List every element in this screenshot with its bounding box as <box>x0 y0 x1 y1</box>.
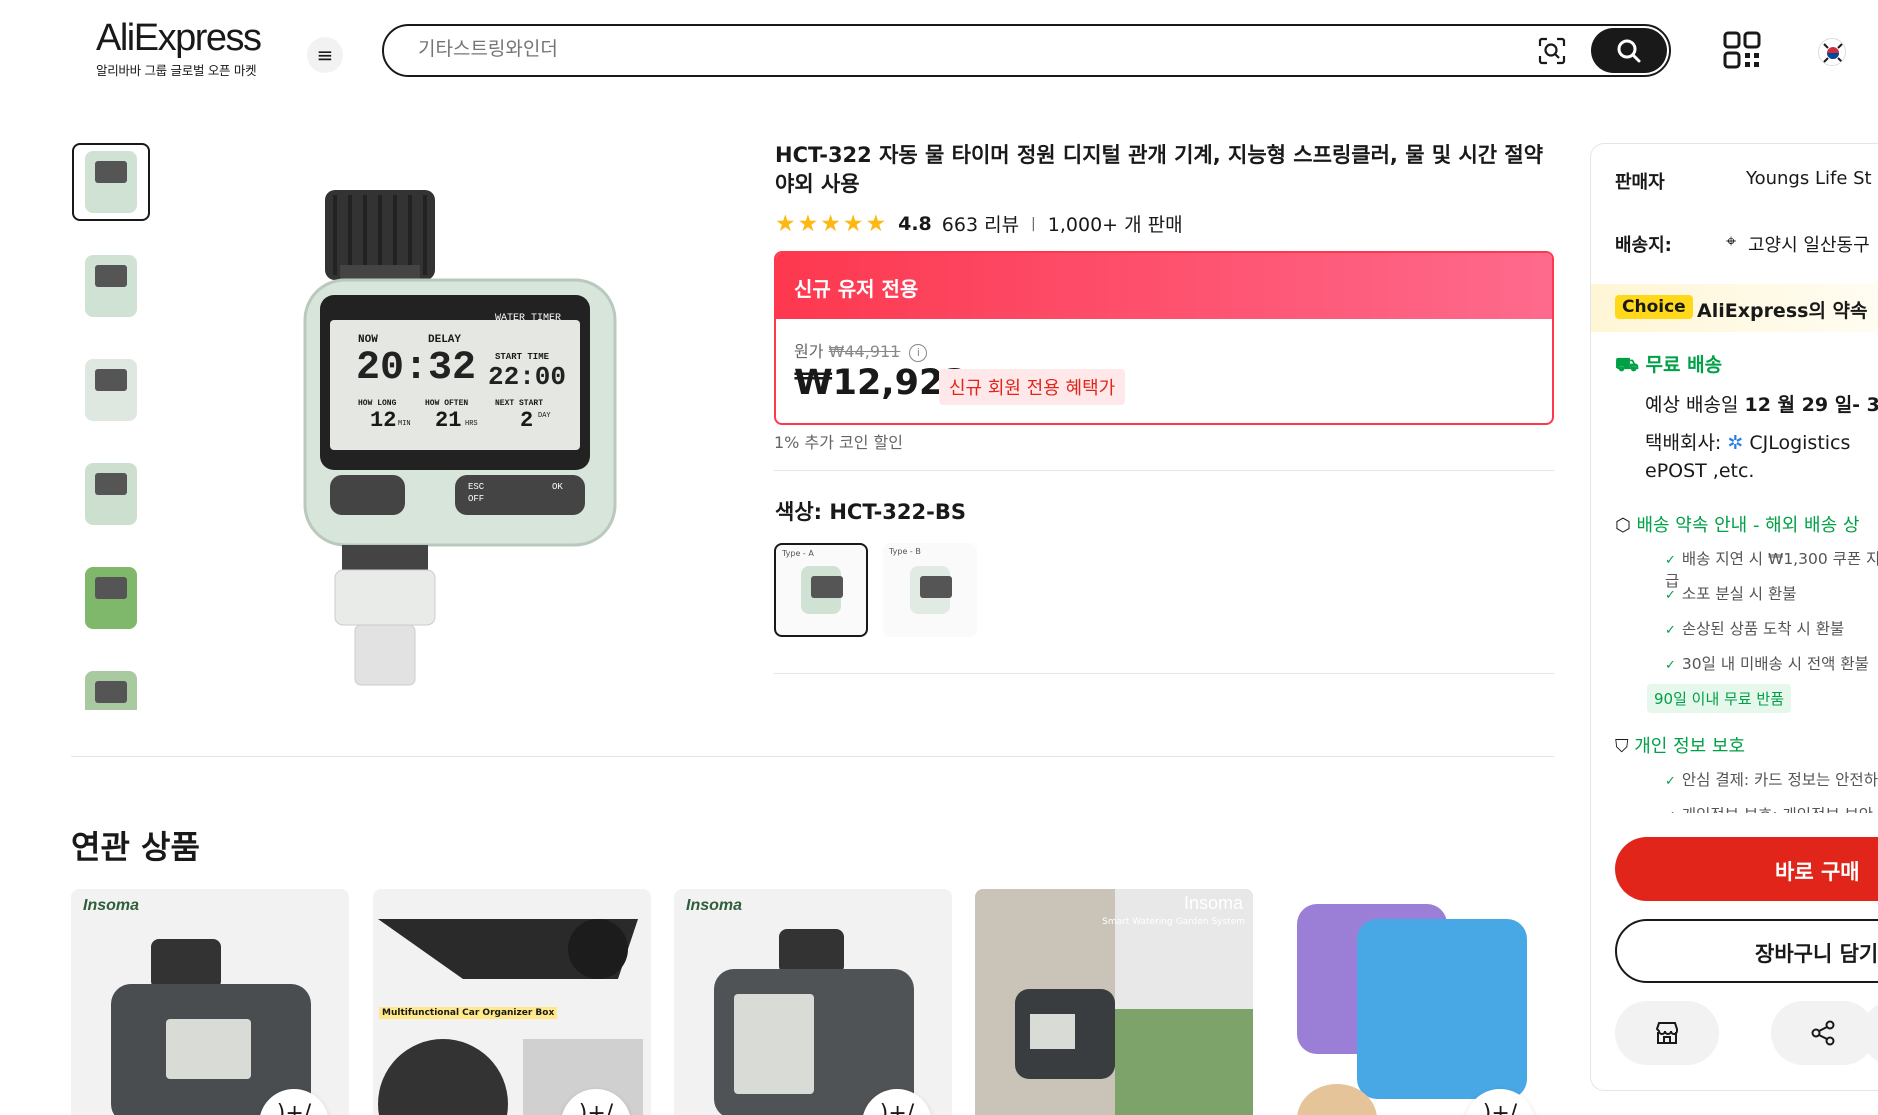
divider <box>71 756 1554 757</box>
related-product-card[interactable]: )+/ <box>1277 889 1555 1115</box>
shield-icon: ⛉ <box>1615 736 1635 757</box>
store-icon[interactable] <box>1615 1001 1719 1065</box>
ship-to-label: 배송지: <box>1615 235 1672 256</box>
main-product-image[interactable] <box>280 180 640 700</box>
divider <box>774 470 1554 471</box>
carrier-more: ePOST ,etc. <box>1645 460 1755 482</box>
separator: | <box>1031 215 1036 232</box>
related-products-title: 연관 상품 <box>71 828 200 866</box>
search-input[interactable] <box>418 38 1418 60</box>
delivery-date-row: 예상 배송일 12 월 29 일- 3 <box>1645 394 1878 416</box>
search-bar <box>382 24 1671 77</box>
purchase-panel: 판매자 Youngs Life St 배송지: ⌖ 고양시 일산동구 Choic… <box>1590 143 1878 1091</box>
thumbnail-4[interactable] <box>72 455 150 533</box>
add-to-cart-button[interactable]: 장바구니 담기 <box>1615 919 1878 983</box>
thumbnail-2[interactable] <box>72 247 150 325</box>
thumbnail-5[interactable] <box>72 559 150 637</box>
ship-to-row: 배송지: ⌖ 고양시 일산동구 <box>1615 231 1870 257</box>
color-swatch-b[interactable]: Type - B <box>883 543 977 637</box>
thumbnail-3[interactable] <box>72 351 150 429</box>
image-search-icon[interactable] <box>1538 37 1566 65</box>
delivery-promise-title[interactable]: ⬡ 배송 약속 안내 - 해외 배송 상 <box>1615 511 1859 537</box>
logo-tagline: 알리바바 그룹 글로벌 오픈 마켓 <box>96 63 257 78</box>
related-product-card[interactable]: Multifunctional Car Organizer Box )+/ <box>373 889 651 1115</box>
privacy-item: 개인정보 보호: 개인정보 보안 <box>1665 803 1873 813</box>
coin-discount-note: 1% 추가 코인 할인 <box>774 433 903 452</box>
location-pin-icon: ⌖ <box>1726 231 1737 252</box>
product-thumbnail <box>378 919 643 1115</box>
sold-count: 1,000+ 개 판매 <box>1047 214 1183 236</box>
thumbnail-1[interactable] <box>72 143 150 221</box>
site-header: AliExpress 알리바바 그룹 글로벌 오픈 마켓 ≡ <box>0 0 1878 100</box>
related-product-card[interactable]: Insoma )+/ <box>71 889 349 1115</box>
divider <box>774 673 1554 674</box>
free-return-badge: 90일 이내 무료 반품 <box>1647 684 1791 713</box>
qr-code-icon[interactable] <box>1722 30 1762 70</box>
product-caption: Multifunctional Car Organizer Box <box>379 1007 558 1019</box>
promise-item: 소포 분실 시 환불 <box>1665 582 1797 604</box>
rating-value: 4.8 <box>898 212 932 235</box>
original-price-label: 원가 <box>794 342 824 361</box>
info-icon[interactable]: i <box>909 343 928 362</box>
buy-now-button[interactable]: 바로 구매 <box>1615 837 1878 901</box>
color-label: 색상: HCT-322-BS <box>775 500 966 524</box>
thumbnail-6[interactable] <box>72 663 150 710</box>
choice-badge: Choice <box>1615 295 1693 319</box>
swatch-b-label: Type - B <box>889 547 921 556</box>
original-price: ₩44,911 <box>828 342 901 361</box>
search-icon <box>1617 39 1641 62</box>
privacy-title[interactable]: ⛉ 개인 정보 보호 <box>1615 732 1745 758</box>
carrier-logo-icon: ✲ <box>1727 432 1744 454</box>
choice-text: AliExpress의 약속 <box>1697 300 1868 322</box>
thumbnail-list <box>72 143 152 710</box>
menu-icon[interactable]: ≡ <box>307 37 343 73</box>
search-button[interactable] <box>1591 28 1667 73</box>
promo-header: 신규 유저 전용 <box>776 253 1552 319</box>
price-tag-badge: 신규 회원 전용 혜택가 <box>939 369 1126 405</box>
review-count[interactable]: 663 리뷰 <box>942 210 1019 237</box>
brand-label: Insoma <box>1183 893 1243 913</box>
related-product-card[interactable]: Insoma )+/ <box>674 889 952 1115</box>
color-swatch-a[interactable]: Type - A <box>774 543 868 637</box>
product-caption: Smart Watering Garden System <box>1102 917 1245 927</box>
product-thumbnail <box>1277 889 1555 1115</box>
star-rating-icon: ★★★★★ <box>775 210 889 237</box>
logo-text: AliExpress <box>96 17 262 59</box>
original-price-row: 원가 ₩44,911 i <box>794 338 928 362</box>
rating-row: ★★★★★ 4.8 663 리뷰 | 1,000+ 개 판매 <box>775 210 1183 237</box>
aliexpress-logo[interactable]: AliExpress 알리바바 그룹 글로벌 오픈 마켓 <box>96 18 286 79</box>
korea-flag-icon[interactable] <box>1818 38 1846 66</box>
new-user-promo-box: 신규 유저 전용 원가 ₩44,911 i ₩12,923 신규 회원 전용 혜… <box>774 251 1554 425</box>
product-thumbnail <box>714 929 914 1115</box>
delivery-date: 12 월 29 일- 3 <box>1744 394 1878 416</box>
seller-name[interactable]: Youngs Life St <box>1746 168 1872 189</box>
seller-label: 판매자 <box>1615 172 1665 193</box>
swatch-a-label: Type - A <box>782 549 814 558</box>
box-icon: ⬡ <box>1615 515 1637 536</box>
promise-item: 손상된 상품 도착 시 환불 <box>1665 617 1844 639</box>
product-title: HCT-322 자동 물 타이머 정원 디지털 관개 기계, 지능형 스프링클러… <box>775 143 1544 196</box>
choice-bar: Choice AliExpress의 약속 <box>1591 284 1878 332</box>
seller-row: 판매자 Youngs Life St <box>1615 168 1872 194</box>
free-shipping: ⛟ 무료 배송 <box>1615 354 1723 376</box>
privacy-item: 안심 결제: 카드 정보는 안전하 <box>1665 768 1878 790</box>
promise-item: 30일 내 미배송 시 전액 환불 <box>1665 652 1869 674</box>
related-product-card[interactable]: Insoma Smart Watering Garden System <box>975 889 1253 1115</box>
product-thumbnail <box>111 939 311 1115</box>
truck-icon: ⛟ <box>1615 354 1646 376</box>
share-icon[interactable] <box>1771 1001 1875 1065</box>
ship-to-value[interactable]: 고양시 일산동구 <box>1748 231 1870 257</box>
carrier-row: 택배회사: ✲ CJLogistics <box>1645 432 1851 454</box>
